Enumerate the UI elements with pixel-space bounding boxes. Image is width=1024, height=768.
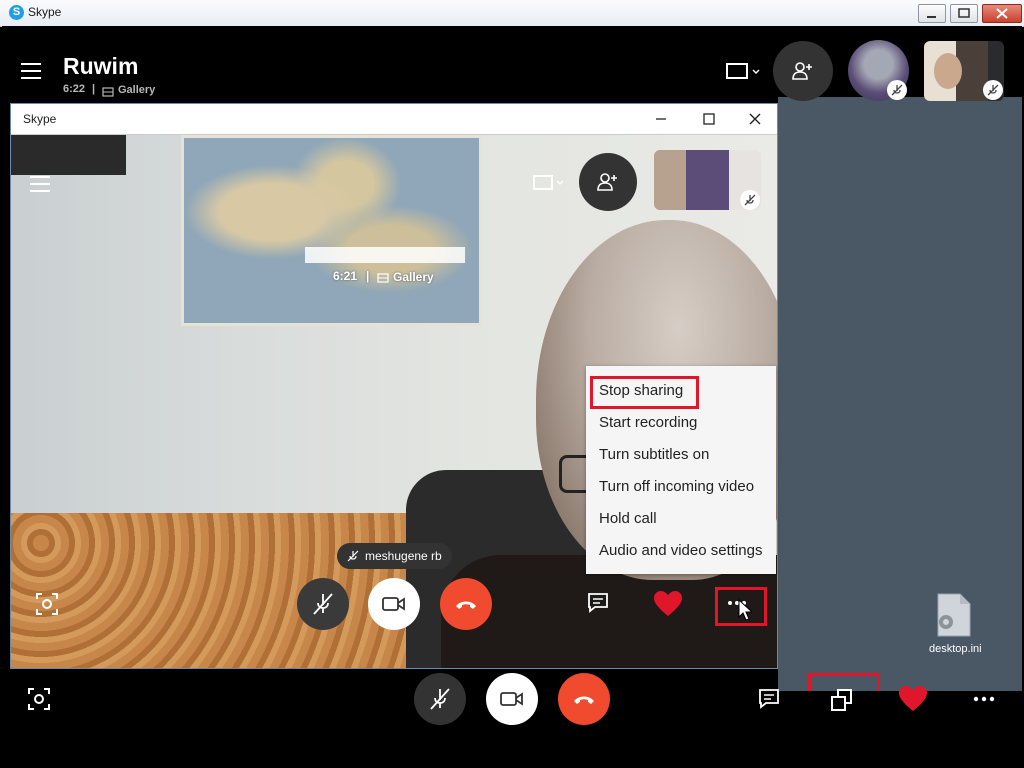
menu-item-av-settings[interactable]: Audio and video settings bbox=[599, 542, 762, 559]
call-duration: 6:22 bbox=[63, 83, 86, 95]
inner-muted-mic-icon bbox=[740, 190, 760, 210]
self-muted-mic-icon bbox=[983, 80, 1003, 100]
inner-call-duration: 6:21 bbox=[333, 269, 358, 283]
expand-frame-icon bbox=[533, 175, 564, 190]
gallery-icon bbox=[102, 84, 114, 102]
inner-gallery-label[interactable]: Gallery bbox=[393, 270, 434, 284]
inner-add-participant-button[interactable] bbox=[579, 153, 637, 211]
menu-item-subtitles[interactable]: Turn subtitles on bbox=[599, 446, 709, 463]
inner-screen-size-button[interactable] bbox=[532, 174, 566, 197]
maximize-button[interactable] bbox=[950, 4, 978, 23]
close-icon bbox=[996, 8, 1008, 19]
inner-heart-button[interactable] bbox=[653, 590, 683, 622]
desktop-file-label: desktop.ini bbox=[929, 643, 982, 655]
restore-icon bbox=[958, 8, 970, 18]
inner-maximize-button[interactable] bbox=[699, 111, 719, 132]
video-camera-icon bbox=[382, 597, 405, 611]
inner-window-title: Skype bbox=[23, 112, 57, 126]
muted-mic-icon bbox=[887, 80, 907, 100]
minimize-icon bbox=[656, 118, 666, 120]
chat-icon bbox=[588, 593, 608, 613]
hang-up-icon bbox=[456, 601, 476, 609]
picture-frame bbox=[11, 135, 126, 175]
mute-button[interactable] bbox=[414, 673, 466, 725]
screen-size-button[interactable] bbox=[725, 62, 761, 87]
muted-mic-icon bbox=[347, 550, 359, 562]
wall-map bbox=[181, 135, 482, 326]
microphone-off-icon bbox=[313, 593, 333, 615]
hang-up-icon bbox=[574, 696, 594, 704]
inner-video-button[interactable] bbox=[368, 578, 420, 630]
minimize-icon bbox=[927, 16, 936, 18]
heart-button[interactable] bbox=[898, 685, 928, 717]
more-dots-icon bbox=[973, 696, 995, 702]
inner-menu-hamburger[interactable] bbox=[30, 171, 50, 197]
highlight-stop-sharing bbox=[590, 376, 699, 409]
separator: | bbox=[366, 269, 370, 283]
menu-item-incoming-video[interactable]: Turn off incoming video bbox=[599, 478, 754, 495]
switch-screen-button[interactable] bbox=[830, 688, 854, 717]
camera-snapshot-icon bbox=[36, 593, 58, 615]
maximize-icon bbox=[703, 113, 715, 125]
close-window-button[interactable] bbox=[982, 4, 1022, 23]
inner-close-button[interactable] bbox=[745, 111, 765, 132]
inner-minimize-button[interactable] bbox=[651, 111, 671, 132]
inner-chat-button[interactable] bbox=[586, 591, 610, 620]
video-camera-icon bbox=[500, 692, 523, 706]
camera-snapshot-icon bbox=[28, 688, 50, 710]
more-options-button[interactable] bbox=[971, 688, 999, 715]
menu-hamburger-button[interactable] bbox=[21, 58, 41, 84]
end-call-button[interactable] bbox=[558, 673, 610, 725]
skype-logo-icon: S bbox=[9, 5, 24, 20]
add-person-icon bbox=[597, 173, 617, 191]
heart-icon bbox=[654, 591, 682, 616]
add-person-icon bbox=[792, 62, 812, 80]
desktop-file-icon[interactable] bbox=[932, 592, 976, 643]
inner-mute-button[interactable] bbox=[297, 578, 349, 630]
inner-end-call-button[interactable] bbox=[440, 578, 492, 630]
participant-name: meshugene rb bbox=[365, 549, 442, 563]
redacted-name bbox=[305, 247, 465, 263]
caller-name: Ruwim bbox=[63, 53, 139, 79]
shared-screen-background bbox=[778, 97, 1022, 691]
add-participant-button[interactable] bbox=[773, 41, 833, 101]
participant-label: meshugene rb bbox=[337, 543, 452, 569]
chat-icon bbox=[759, 689, 779, 709]
heart-icon bbox=[899, 686, 927, 711]
sofa bbox=[11, 513, 431, 668]
share-screen-icon bbox=[831, 689, 852, 711]
inner-snapshot-button[interactable] bbox=[35, 592, 59, 621]
microphone-off-icon bbox=[430, 688, 450, 710]
menu-item-hold-call[interactable]: Hold call bbox=[599, 510, 657, 527]
close-icon bbox=[749, 113, 761, 125]
menu-item-start-recording[interactable]: Start recording bbox=[599, 414, 697, 431]
minimize-button[interactable] bbox=[918, 4, 946, 23]
separator: | bbox=[92, 83, 96, 95]
snapshot-button[interactable] bbox=[27, 687, 51, 716]
os-window-title: Skype bbox=[28, 5, 62, 19]
os-title-bar bbox=[0, 0, 1024, 27]
gallery-view-label[interactable]: Gallery bbox=[118, 84, 155, 96]
gallery-icon bbox=[377, 270, 389, 288]
chat-button[interactable] bbox=[757, 687, 781, 716]
video-button[interactable] bbox=[486, 673, 538, 725]
expand-frame-icon bbox=[726, 63, 760, 79]
mouse-cursor bbox=[738, 598, 754, 626]
